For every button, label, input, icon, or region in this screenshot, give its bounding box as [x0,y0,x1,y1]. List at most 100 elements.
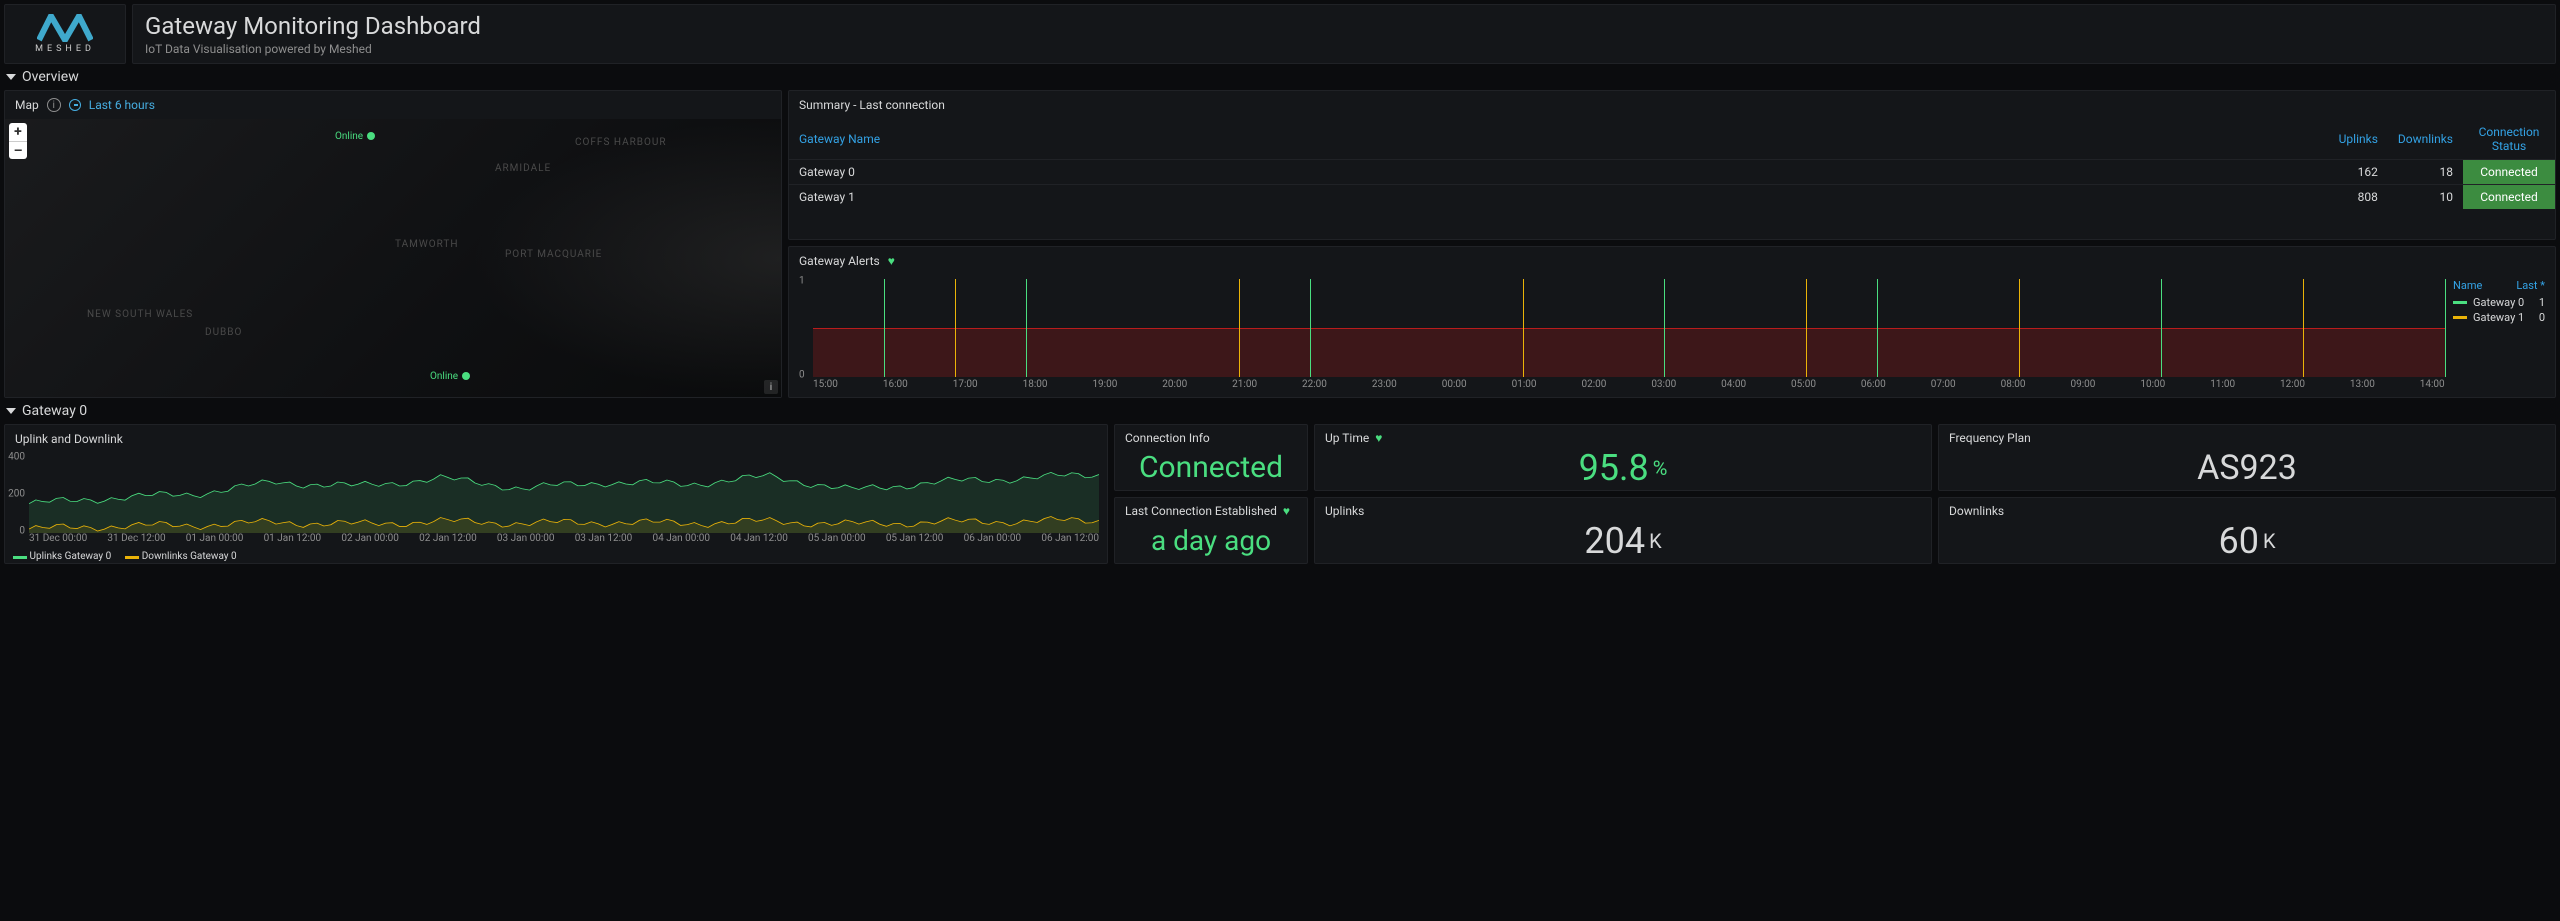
legend-swatch [125,556,139,559]
map-label: TAMWORTH [395,239,458,250]
map-attribution-button[interactable]: i [764,380,778,394]
uplink-downlink-panel: Uplink and Downlink 400 200 0 31 Dec 00:… [4,424,1108,564]
logo-text: MESHED [35,44,95,54]
col-downlinks[interactable]: Downlinks [2388,119,2463,160]
x-tick: 22:00 [1302,379,1327,395]
legend-row[interactable]: Gateway 0 1 [2453,296,2545,309]
table-row[interactable]: Gateway 0 162 18 Connected [789,160,2555,185]
x-tick: 08:00 [2001,379,2026,395]
summary-panel-header: Summary - Last connection [789,91,2555,119]
title-panel: Gateway Monitoring Dashboard IoT Data Vi… [132,4,2556,64]
x-tick: 01 Jan 12:00 [264,533,322,547]
cell-uplinks: 808 [2318,185,2388,210]
map-panel: Map i Last 6 hours + – NEW SOUTH WALES A… [4,90,782,398]
x-tick: 04 Jan 12:00 [730,533,788,547]
stat-title: Last Connection Established♥ [1115,498,1307,518]
x-tick: 02:00 [1581,379,1606,395]
page-title: Gateway Monitoring Dashboard [145,12,2543,40]
y-tick: 0 [799,370,805,381]
cell-name: Gateway 1 [789,185,2318,210]
x-tick: 12:00 [2280,379,2305,395]
legend-last: 1 [2539,296,2545,309]
alert-spike [2161,279,2163,377]
last-connection-value: a day ago [1115,518,1307,563]
alert-spike [1026,279,1028,377]
map-body[interactable]: + – NEW SOUTH WALES ARMIDALE COFFS HARBO… [5,119,781,397]
x-tick: 05 Jan 12:00 [886,533,944,547]
x-tick: 23:00 [1372,379,1397,395]
gateway0-grid: Uplink and Downlink 400 200 0 31 Dec 00:… [0,424,2560,564]
x-tick: 18:00 [1023,379,1048,395]
cell-downlinks: 10 [2388,185,2463,210]
x-tick: 01:00 [1512,379,1537,395]
alert-spike [2303,279,2305,377]
uplink-title: Uplink and Downlink [15,432,123,446]
summary-title: Summary - Last connection [799,98,945,112]
section-toggle-gateway0[interactable]: Gateway 0 [0,398,2560,424]
x-tick: 19:00 [1092,379,1117,395]
chevron-down-icon [6,408,16,414]
col-connection-status[interactable]: Connection Status [2463,119,2555,160]
alert-spike [2445,279,2447,377]
zoom-in-button[interactable]: + [9,123,27,141]
y-tick: 0 [19,526,25,537]
online-marker[interactable]: Online [430,371,470,382]
online-marker[interactable]: Online [335,131,375,142]
table-row[interactable]: Gateway 1 808 10 Connected [789,185,2555,210]
x-tick: 14:00 [2420,379,2445,395]
stat-title: Downlinks [1939,498,2555,518]
x-tick: 21:00 [1232,379,1257,395]
info-icon[interactable]: i [47,98,61,112]
summary-table: Gateway Name Uplinks Downlinks Connectio… [789,119,2555,209]
section-title-overview: Overview [22,69,79,85]
x-tick: 06:00 [1861,379,1886,395]
uptime-value: 95.8% [1315,445,1931,490]
legend-name: Gateway 0 [2473,296,2533,309]
legend-col-last: Last * [2516,279,2545,292]
chevron-down-icon [6,74,16,80]
legend-item[interactable]: Uplinks Gateway 0 [13,551,111,562]
stat-left-column: Connection Info Connected Last Connectio… [1114,424,1308,564]
map-label: DUBBO [205,327,242,338]
x-tick: 01 Jan 00:00 [186,533,244,547]
alert-spike [2019,279,2021,377]
uplink-body: 400 200 0 31 Dec 00:0031 Dec 12:0001 Jan… [5,453,1107,563]
legend-item[interactable]: Downlinks Gateway 0 [125,551,236,562]
legend-name: Gateway 1 [2473,311,2533,324]
alert-spike [1877,279,1879,377]
col-gateway-name[interactable]: Gateway Name [789,119,2318,160]
cell-name: Gateway 0 [789,160,2318,185]
x-tick: 05:00 [1791,379,1816,395]
map-label: PORT MACQUARIE [505,249,602,260]
map-label: NEW SOUTH WALES [87,309,193,320]
cell-status: Connected [2463,160,2555,185]
time-range-link[interactable]: Last 6 hours [89,98,155,112]
x-tick: 16:00 [883,379,908,395]
col-uplinks[interactable]: Uplinks [2318,119,2388,160]
alert-spike [1310,279,1312,377]
map-title: Map [15,98,39,112]
connection-info-panel: Connection Info Connected [1114,424,1308,491]
summary-panel: Summary - Last connection Gateway Name U… [788,90,2556,240]
uplink-chart[interactable] [29,455,1099,533]
x-tick: 03 Jan 12:00 [575,533,633,547]
alerts-panel: Gateway Alerts ♥ 1 0 15:0016:0017:0018:0… [788,246,2556,398]
section-toggle-overview[interactable]: Overview [0,64,2560,90]
freq-plan-panel: Frequency Plan AS923 [1938,424,2556,491]
alerts-x-axis: 15:0016:0017:0018:0019:0020:0021:0022:00… [813,379,2445,395]
uplink-y-axis: 400 200 0 [5,455,27,533]
uplink-x-axis: 31 Dec 00:0031 Dec 12:0001 Jan 00:0001 J… [29,533,1099,547]
alerts-chart[interactable]: 1 0 15:0016:0017:0018:0019:0020:0021:002… [799,279,2445,395]
alerts-title: Gateway Alerts [799,254,880,268]
downlinks-value: 60K [1939,518,2555,563]
x-tick: 17:00 [953,379,978,395]
overview-right-column: Summary - Last connection Gateway Name U… [788,90,2556,398]
x-tick: 03 Jan 00:00 [497,533,555,547]
alerts-threshold-region [813,328,2445,377]
stat-title: Connection Info [1115,425,1307,445]
stat-right-block: Up Time♥ 95.8% Frequency Plan AS923 Upli… [1314,424,2556,564]
legend-row[interactable]: Gateway 1 0 [2453,311,2545,324]
zoom-out-button[interactable]: – [9,141,27,159]
alert-spike [1239,279,1241,377]
alert-spike [1806,279,1808,377]
